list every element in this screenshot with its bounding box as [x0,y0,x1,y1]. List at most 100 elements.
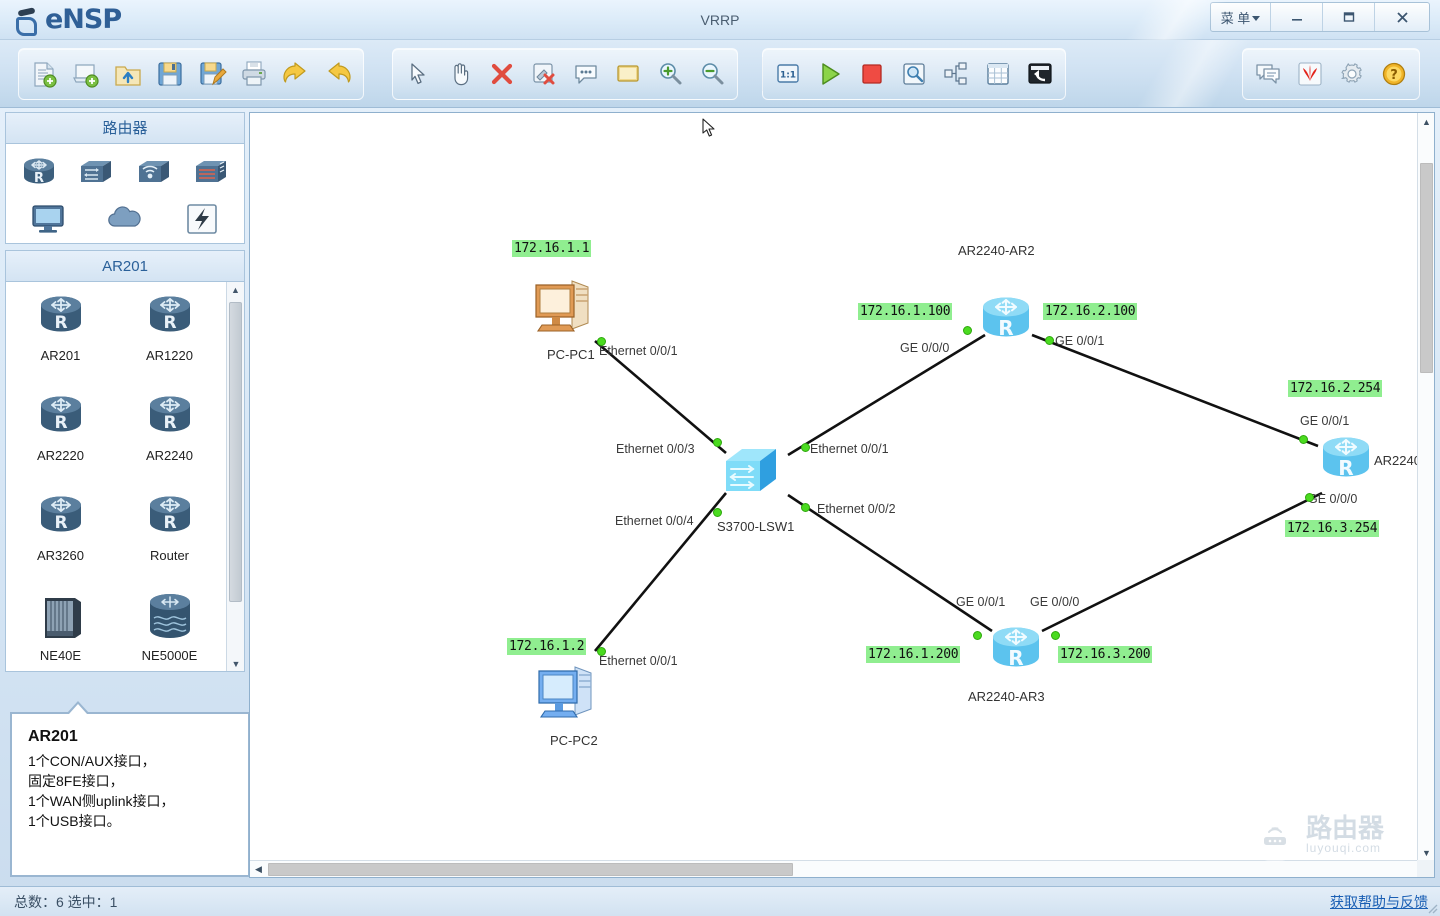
model-item-ar2220[interactable]: R AR2220 [6,388,115,488]
zoom-out-button[interactable] [691,52,733,96]
stop-device-icon [862,64,882,84]
canvas-horizontal-scrollbar[interactable]: ◀ [250,860,1418,877]
tooltip-line: 1个WAN侧uplink接口， [28,792,175,809]
model-item-ne5000e[interactable]: NE5000E [115,588,224,671]
undo-button[interactable] [275,52,317,96]
close-button[interactable] [1375,3,1429,31]
interface-label: Ethernet 0/0/1 [810,442,889,456]
node-label: AR2240-AR1 [1374,453,1418,468]
open-button[interactable] [107,52,149,96]
note-rect-icon [617,65,639,82]
palette-connection[interactable] [179,198,225,240]
router-icon: R [33,492,89,545]
print-button[interactable] [233,52,275,96]
model-item-router[interactable]: R Router [115,488,224,588]
model-item-ne40e[interactable]: NE40E [6,588,115,671]
vertical-scroll-thumb[interactable] [1420,163,1433,373]
save-as-button[interactable] [191,52,233,96]
interface-label: GE 0/0/1 [1300,414,1350,428]
chevron-down-icon[interactable]: ▼ [227,656,244,671]
core-router-icon [142,592,198,645]
redo-button[interactable] [317,52,359,96]
svg-text:R: R [54,313,67,333]
svg-text:R: R [1338,456,1353,480]
shape-button[interactable] [607,52,649,96]
chevron-down-icon[interactable]: ▼ [1418,844,1435,861]
model-item-ar201[interactable]: R AR201 [6,288,115,388]
link-ar2-ar1[interactable] [1031,333,1319,448]
comment-button[interactable] [565,52,607,96]
scroll-thumb[interactable] [229,302,242,602]
node-ar2[interactable]: R AR2240-AR2 [958,243,1040,356]
new-device-icon [73,64,99,88]
stop-device-button[interactable] [851,52,893,96]
endpoint-icon [32,205,64,233]
delete-link-button[interactable] [523,52,565,96]
pointer-button[interactable] [397,52,439,96]
forum-button[interactable] [1247,52,1289,96]
new-device-button[interactable] [65,52,107,96]
model-header: AR201 [5,250,245,282]
router-icon: R [23,158,54,186]
canvas-vertical-scrollbar[interactable]: ▲ ▼ [1417,113,1434,861]
link-ar3-ar1[interactable] [1041,491,1323,633]
device-sidebar: 路由器 R AR201 R AR201 R AR1220 R AR2220 R … [5,112,250,878]
node-pc1[interactable]: PC-PC1 [522,275,598,362]
chevron-up-icon[interactable]: ▲ [227,282,244,298]
topology-links [593,333,1323,652]
palette-wlan[interactable] [131,152,177,194]
svg-text:R: R [163,313,176,333]
screenshot-button[interactable] [1019,52,1061,96]
huawei-button[interactable] [1289,52,1331,96]
menu-label: 菜 单 [1220,10,1251,26]
redo-icon [328,62,351,83]
palette-firewall[interactable] [188,152,234,194]
ip-address-label: 172.16.2.254 [1288,380,1383,397]
link-status-dot [1305,493,1314,502]
topology-canvas-container: PC-PC1 PC-PC2 S3700-LSW1 R AR2240-AR2 R [249,112,1435,878]
menu-button[interactable]: 菜 单 [1211,3,1271,31]
capture-button[interactable] [893,52,935,96]
model-list-scrollbar[interactable]: ▲ ▼ [226,282,244,671]
delete-button[interactable] [481,52,523,96]
start-device-button[interactable] [809,52,851,96]
model-item-ar3260[interactable]: R AR3260 [6,488,115,588]
topology-canvas[interactable]: PC-PC1 PC-PC2 S3700-LSW1 R AR2240-AR2 R [250,113,1418,861]
save-as-icon [200,62,227,86]
horizontal-scroll-thumb[interactable] [268,863,793,876]
palette-switch[interactable] [73,152,119,194]
chevron-up-icon[interactable]: ▲ [1418,113,1435,130]
svg-text:R: R [34,171,44,186]
svg-text:R: R [163,413,176,433]
interface-label: Ethernet 0/0/1 [599,344,678,358]
settings-button[interactable] [1331,52,1373,96]
pan-button[interactable] [439,52,481,96]
help-button[interactable]: ? [1373,52,1415,96]
topology-tree-button[interactable] [935,52,977,96]
capture-packet-icon [903,63,925,85]
reset-zoom-button[interactable]: 1:1 [767,52,809,96]
node-ar3[interactable]: R AR2240-AR3 [968,621,1050,704]
resize-grip-icon[interactable] [1424,900,1438,914]
new-topology-button[interactable] [23,52,65,96]
help-feedback-link[interactable]: 获取帮助与反馈 [1330,887,1428,916]
node-ar1[interactable]: R AR2240-AR1 [1312,431,1418,496]
save-button[interactable] [149,52,191,96]
node-lsw1[interactable]: S3700-LSW1 [717,443,796,534]
maximize-button[interactable] [1323,3,1375,31]
ip-address-label: 172.16.3.254 [1285,520,1380,537]
node-pc2[interactable]: PC-PC2 [525,661,601,748]
model-item-ar2240[interactable]: R AR2240 [115,388,224,488]
router-icon: R [142,292,198,345]
minimize-button[interactable] [1271,3,1323,31]
model-item-ar1220[interactable]: R AR1220 [115,288,224,388]
palette-router[interactable]: R [16,152,62,194]
palette-endpoint[interactable] [25,198,71,240]
zoom-in-button[interactable] [649,52,691,96]
help-icon: ? [1382,62,1406,86]
grid-button[interactable] [977,52,1019,96]
topology-tree-icon [944,62,967,85]
chevron-left-icon[interactable]: ◀ [250,861,267,878]
link-lsw1-ar2[interactable] [787,333,986,457]
palette-cloud[interactable] [102,198,148,240]
